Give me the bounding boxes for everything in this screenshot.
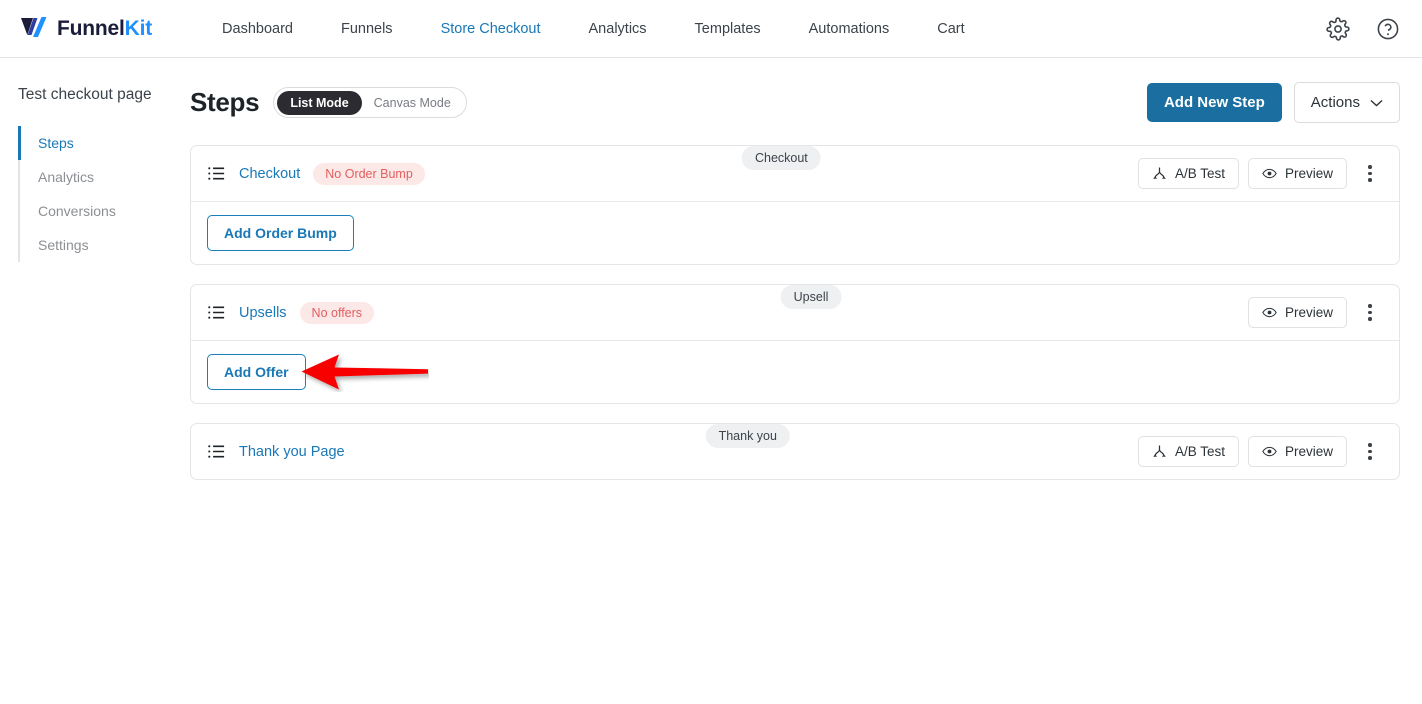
add-new-step-button[interactable]: Add New Step — [1146, 83, 1282, 122]
step-name-link[interactable]: Checkout — [239, 166, 300, 182]
ab-test-label: A/B Test — [1174, 166, 1225, 181]
eye-icon — [1262, 446, 1277, 457]
preview-label: Preview — [1284, 444, 1333, 459]
sidebar-item-analytics[interactable]: Analytics — [18, 160, 190, 194]
split-branch-icon — [1153, 445, 1166, 458]
main-nav: Dashboard Funnels Store Checkout Analyti… — [198, 15, 989, 43]
step-name-link[interactable]: Upsells — [239, 305, 287, 321]
ab-test-button[interactable]: A/B Test — [1137, 158, 1239, 189]
nav-item-cart[interactable]: Cart — [913, 15, 988, 43]
step-more-menu-icon[interactable] — [1359, 302, 1381, 324]
step-card-thank-you-page: Thank you Page Thank you A/B Test Previe… — [190, 423, 1400, 480]
view-mode-toggle: List Mode Canvas Mode — [273, 87, 467, 118]
main-content: Steps List Mode Canvas Mode Add New Step… — [190, 58, 1422, 704]
chevron-down-icon — [1370, 99, 1383, 106]
funnelkit-logo[interactable]: FunnelKit — [20, 16, 152, 42]
preview-label: Preview — [1284, 166, 1333, 181]
step-type-badge: Checkout — [741, 146, 821, 170]
step-actions: A/B Test Preview — [1137, 158, 1381, 189]
page-body: Test checkout page Steps Analytics Conve… — [0, 58, 1422, 704]
nav-item-funnels[interactable]: Funnels — [317, 15, 417, 43]
sidebar-nav: Steps Analytics Conversions Settings — [18, 126, 190, 262]
nav-item-dashboard[interactable]: Dashboard — [198, 15, 317, 43]
preview-button[interactable]: Preview — [1247, 158, 1347, 189]
eye-icon — [1262, 168, 1277, 179]
step-body: Add Offer — [191, 340, 1399, 403]
drag-handle-list-icon[interactable] — [207, 303, 226, 322]
preview-label: Preview — [1284, 305, 1333, 320]
logo-text: FunnelKit — [57, 17, 152, 41]
eye-icon — [1262, 307, 1277, 318]
sidebar-item-settings[interactable]: Settings — [18, 228, 190, 262]
logo-text-kit: Kit — [124, 16, 153, 40]
logo-text-funnel: Funnel — [57, 16, 125, 40]
step-more-menu-icon[interactable] — [1359, 163, 1381, 185]
status-badge: No offers — [299, 301, 375, 324]
drag-handle-list-icon[interactable] — [207, 164, 226, 183]
top-navigation-bar: FunnelKit Dashboard Funnels Store Checko… — [0, 0, 1422, 58]
sidebar: Test checkout page Steps Analytics Conve… — [0, 58, 190, 704]
nav-item-store-checkout[interactable]: Store Checkout — [417, 15, 565, 43]
step-type-area: Upsell — [374, 285, 1248, 340]
step-header: Checkout No Order Bump Checkout A/B Test… — [191, 146, 1399, 201]
ab-test-button[interactable]: A/B Test — [1137, 436, 1239, 467]
funnel-title: Test checkout page — [18, 86, 152, 103]
canvas-mode-button[interactable]: Canvas Mode — [362, 91, 463, 115]
page-title: Steps — [190, 87, 260, 117]
gear-icon[interactable] — [1326, 16, 1350, 41]
ab-test-label: A/B Test — [1174, 444, 1225, 459]
header-actions: Add New Step Actions — [1146, 82, 1400, 123]
step-header: Thank you Page Thank you A/B Test Previe… — [191, 424, 1399, 479]
step-type-badge: Upsell — [780, 285, 842, 309]
step-actions: Preview — [1247, 297, 1381, 328]
step-body: Add Order Bump — [191, 201, 1399, 264]
add-offer-button[interactable]: Add Offer — [207, 354, 306, 390]
actions-dropdown-button[interactable]: Actions — [1293, 82, 1400, 123]
help-circle-icon[interactable] — [1376, 17, 1400, 41]
step-type-area: Thank you — [358, 424, 1138, 479]
step-header: Upsells No offers Upsell Preview — [191, 285, 1399, 340]
step-actions: A/B Test Preview — [1137, 436, 1381, 467]
list-mode-button[interactable]: List Mode — [277, 90, 362, 115]
drag-handle-list-icon[interactable] — [207, 442, 226, 461]
split-branch-icon — [1153, 167, 1166, 180]
nav-item-automations[interactable]: Automations — [785, 15, 914, 43]
main-header: Steps List Mode Canvas Mode Add New Step… — [190, 82, 1400, 123]
funnelkit-logo-icon — [21, 16, 47, 37]
step-more-menu-icon[interactable] — [1359, 441, 1381, 463]
actions-label: Actions — [1310, 94, 1360, 111]
sidebar-item-conversions[interactable]: Conversions — [18, 194, 190, 228]
sidebar-item-steps[interactable]: Steps — [18, 126, 190, 160]
step-name-link[interactable]: Thank you Page — [239, 444, 345, 460]
nav-item-analytics[interactable]: Analytics — [565, 15, 671, 43]
step-card-checkout: Checkout No Order Bump Checkout A/B Test… — [190, 145, 1400, 265]
step-type-badge: Thank you — [705, 424, 790, 448]
annotation-arrow-icon — [301, 354, 428, 390]
steps-list: Checkout No Order Bump Checkout A/B Test… — [190, 145, 1400, 480]
nav-item-templates[interactable]: Templates — [671, 15, 785, 43]
preview-button[interactable]: Preview — [1247, 297, 1347, 328]
add-order-bump-button[interactable]: Add Order Bump — [207, 215, 354, 251]
status-badge: No Order Bump — [313, 162, 425, 185]
step-type-area: Checkout — [425, 146, 1138, 201]
step-card-upsells: Upsells No offers Upsell Preview Add Off… — [190, 284, 1400, 404]
topbar-actions — [1326, 16, 1400, 41]
preview-button[interactable]: Preview — [1247, 436, 1347, 467]
